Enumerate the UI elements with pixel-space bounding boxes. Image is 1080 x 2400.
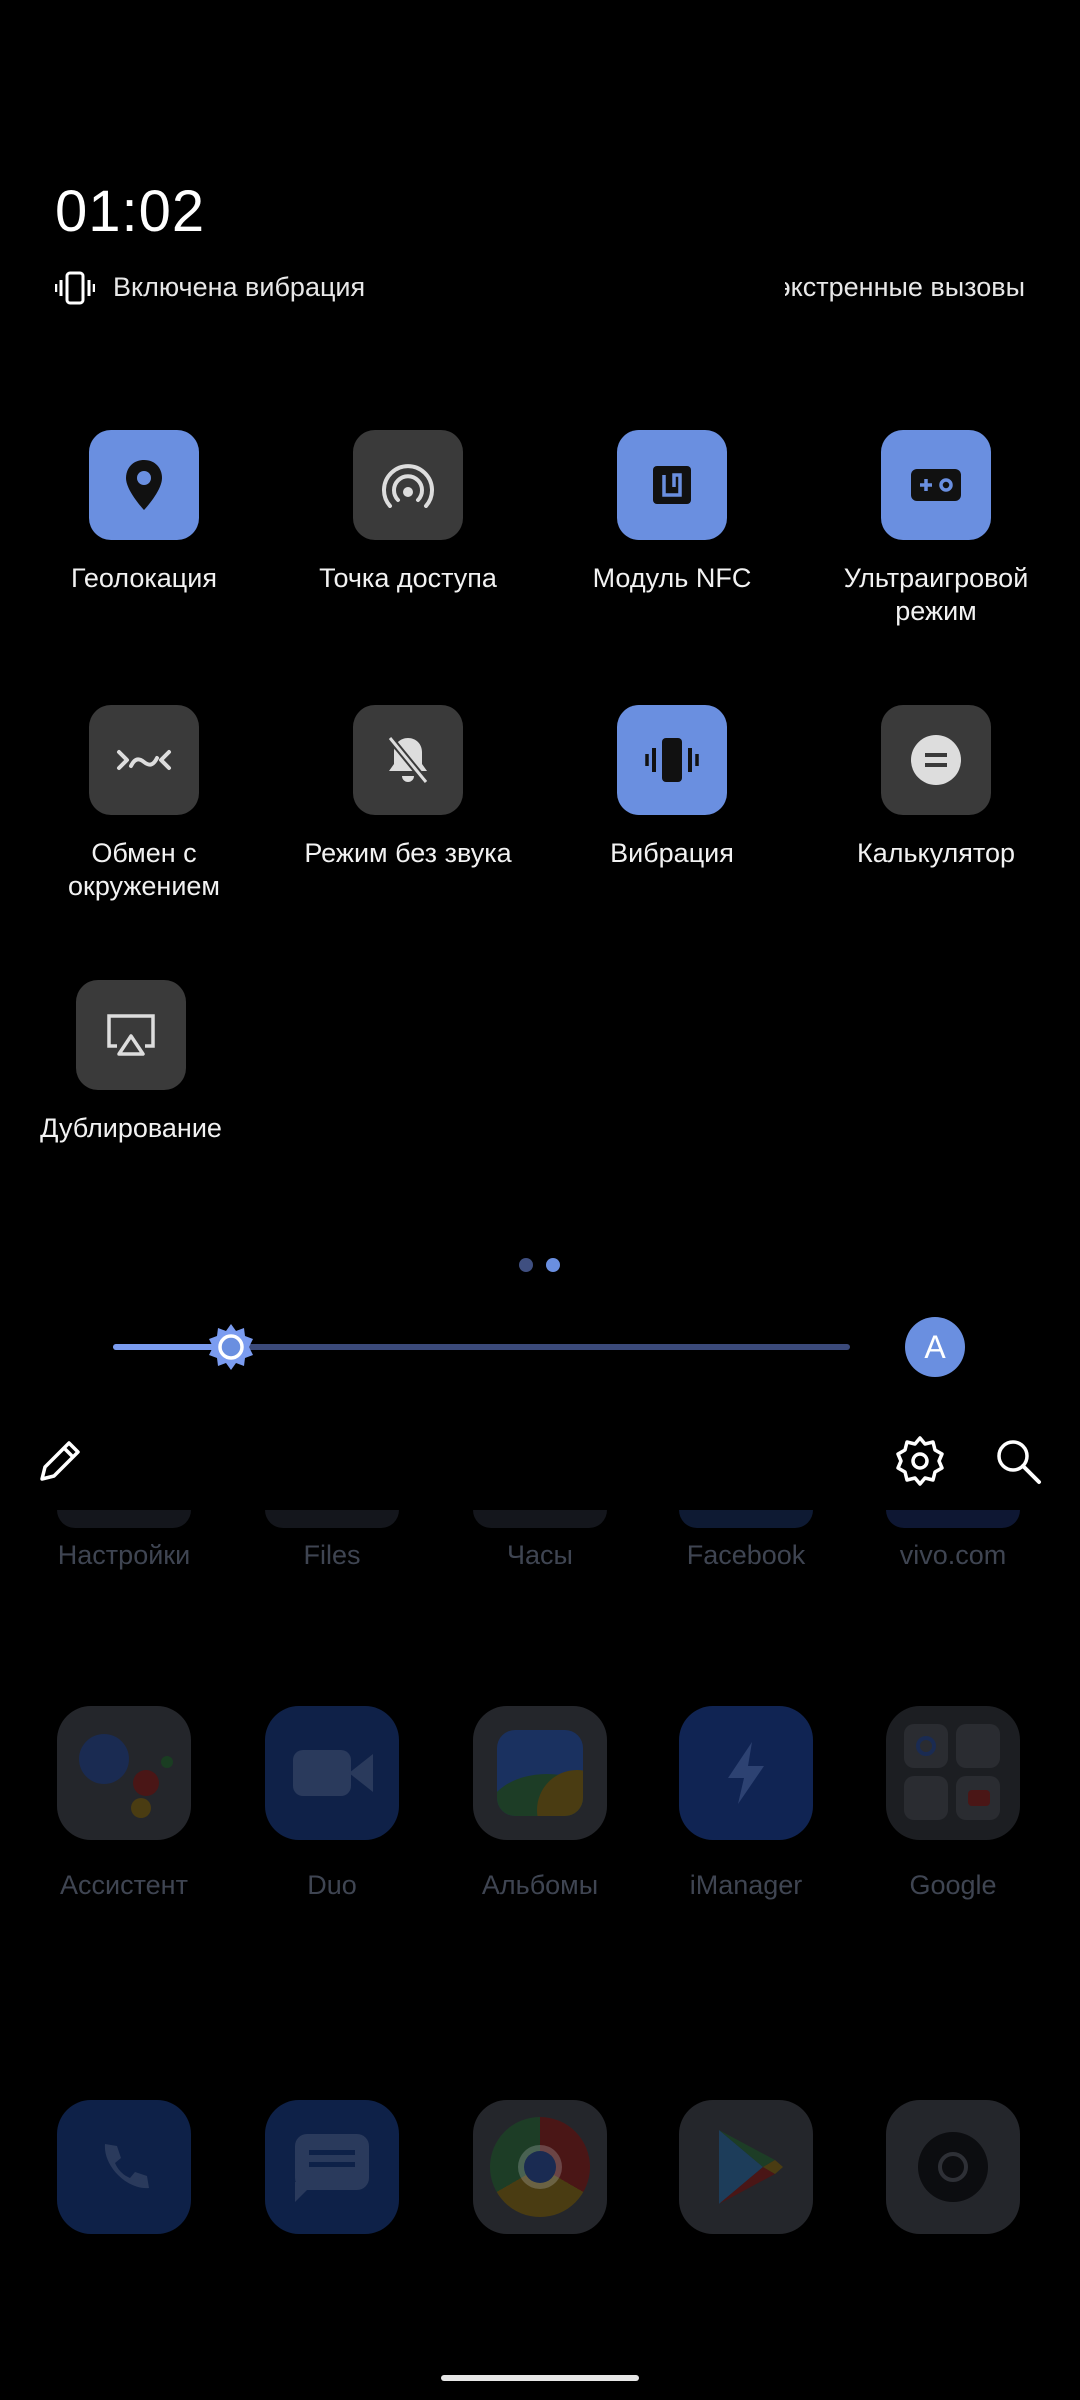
screen-mirror-tile-button[interactable]: [76, 980, 186, 1090]
nfc-tile-button[interactable]: [617, 430, 727, 540]
tile-nfc[interactable]: Модуль NFC: [540, 430, 804, 595]
assistant-icon: [57, 1706, 191, 1840]
app-label: Ассистент: [60, 1870, 188, 1900]
tile-label: Геолокация: [71, 563, 217, 593]
app-label: Часы: [507, 1540, 573, 1570]
app-imanager[interactable]: iManager: [646, 1706, 846, 1901]
app-assistant[interactable]: Ассистент: [24, 1706, 224, 1901]
nfc-icon: [653, 466, 691, 504]
calculator-tile-button[interactable]: [881, 705, 991, 815]
dock-camera[interactable]: [853, 2100, 1053, 2234]
vibration-icon: [645, 738, 699, 782]
gear-icon[interactable]: [894, 1435, 946, 1487]
hotspot-tile-button[interactable]: [353, 430, 463, 540]
tile-location[interactable]: Геолокация: [12, 430, 276, 595]
clock: 01:02: [55, 179, 206, 244]
imanager-icon: [679, 1706, 813, 1840]
status-row: Включена вибрация Только экстренные вызо…: [55, 268, 1025, 308]
camera-icon: [886, 2100, 1020, 2234]
app-files[interactable]: Files: [232, 1510, 432, 1571]
bell-off-icon: [387, 735, 429, 785]
tile-hotspot[interactable]: Точка доступа: [276, 430, 540, 595]
nearby-share-icon: [117, 750, 171, 770]
auto-brightness-button[interactable]: A: [905, 1317, 965, 1377]
app-facebook[interactable]: Facebook: [646, 1510, 846, 1571]
tile-calculator[interactable]: Калькулятор: [804, 705, 1068, 870]
game-mode-tile-button[interactable]: [881, 430, 991, 540]
app-duo[interactable]: Duo: [232, 1706, 432, 1901]
tile-silent[interactable]: Режим без звука: [276, 705, 540, 870]
search-icon[interactable]: [992, 1435, 1044, 1487]
app-label: Duo: [307, 1870, 357, 1900]
dock-phone[interactable]: [24, 2100, 224, 2234]
tile-label: Режим без звука: [304, 838, 512, 868]
vibration-status-text: Включена вибрация: [113, 272, 366, 302]
phone-icon: [57, 2100, 191, 2234]
tile-game-mode[interactable]: Ультраигровой режим: [804, 430, 1068, 628]
tile-label: Точка доступа: [319, 563, 497, 593]
location-pin-icon: [126, 460, 162, 510]
tile-label: Дублирование: [40, 1113, 222, 1143]
app-label: Facebook: [686, 1540, 806, 1570]
app-label: Files: [303, 1540, 361, 1570]
app-settings[interactable]: Настройки: [24, 1510, 224, 1571]
tile-label: Ультраигровой режим: [843, 563, 1029, 626]
tile-vibration[interactable]: Вибрация: [540, 705, 804, 870]
duo-icon: [265, 1706, 399, 1840]
dock-play-store[interactable]: [646, 2100, 846, 2234]
calculator-icon: [911, 735, 961, 785]
brightness-slider-thumb[interactable]: [207, 1323, 255, 1371]
tile-label: Модуль NFC: [592, 563, 752, 593]
vibration-icon: [55, 271, 95, 305]
play-store-icon: [679, 2100, 813, 2234]
app-google-folder[interactable]: Google: [853, 1706, 1053, 1901]
app-label: vivo.com: [899, 1540, 1007, 1570]
app-label: Настройки: [57, 1540, 191, 1570]
page-dot-2[interactable]: [546, 1258, 560, 1272]
tile-screen-mirror[interactable]: Дублирование: [12, 980, 250, 1145]
tile-label: Калькулятор: [856, 838, 1016, 868]
messages-icon: [265, 2100, 399, 2234]
vibration-tile-button[interactable]: [617, 705, 727, 815]
tile-label: Обмен с окружением: [68, 838, 220, 901]
dnd-status-text: Только экстренные вызовы: [785, 272, 1025, 302]
app-albums[interactable]: Альбомы: [440, 1706, 640, 1901]
tile-label: Вибрация: [610, 838, 734, 868]
location-tile-button[interactable]: [89, 430, 199, 540]
google-folder-icon: [886, 1706, 1020, 1840]
screen-mirror-icon: [107, 1014, 155, 1056]
chrome-icon: [473, 2100, 607, 2234]
app-vivo[interactable]: vivo.com: [853, 1510, 1053, 1571]
pencil-icon[interactable]: [34, 1435, 86, 1487]
dock-chrome[interactable]: [440, 2100, 640, 2234]
silent-tile-button[interactable]: [353, 705, 463, 815]
app-label: Альбомы: [481, 1870, 599, 1900]
page-dot-1[interactable]: [519, 1258, 533, 1272]
app-clock[interactable]: Часы: [440, 1510, 640, 1571]
tile-nearby-share[interactable]: Обмен с окружением: [12, 705, 276, 903]
nearby-share-tile-button[interactable]: [89, 705, 199, 815]
app-label: iManager: [689, 1870, 803, 1900]
gamepad-icon: [911, 469, 961, 501]
app-label: Google: [909, 1870, 997, 1900]
gesture-home-bar[interactable]: [441, 2375, 639, 2381]
albums-icon: [473, 1706, 607, 1840]
dock-messages[interactable]: [232, 2100, 432, 2234]
hotspot-icon: [382, 464, 434, 508]
home-screen-background: Настройки Files Часы Facebook vivo.com А…: [0, 1510, 1080, 2400]
